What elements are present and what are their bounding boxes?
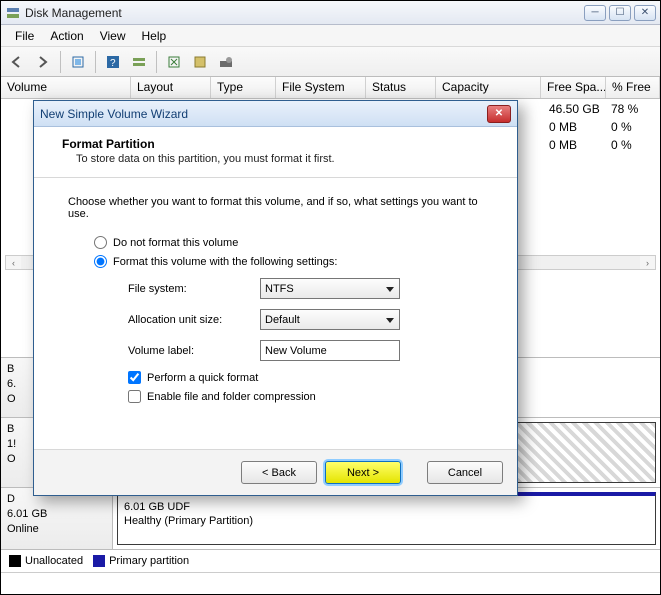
input-volumelabel[interactable]: New Volume: [260, 340, 400, 361]
partition-primary[interactable]: 6.01 GB UDF Healthy (Primary Partition): [117, 492, 656, 545]
wizard-footer: < Back Next > Cancel: [34, 449, 517, 495]
scroll-left-icon: ‹: [6, 256, 21, 269]
label-filesystem: File system:: [128, 283, 254, 295]
col-pctfree[interactable]: % Free: [606, 77, 660, 98]
menu-action[interactable]: Action: [42, 27, 91, 45]
volumes-header: Volume Layout Type File System Status Ca…: [1, 77, 660, 99]
label-volumelabel: Volume label:: [128, 345, 254, 357]
disk-management-icon: [5, 5, 21, 21]
wizard-subheading: To store data on this partition, you mus…: [76, 153, 499, 165]
radio-no-format[interactable]: [94, 236, 107, 249]
label-quickformat: Perform a quick format: [147, 372, 258, 384]
col-type[interactable]: Type: [211, 77, 276, 98]
legend: Unallocated Primary partition: [1, 550, 660, 572]
volume-rows-partial: 46.50 GB78 % 0 MB0 % 0 MB0 %: [549, 102, 656, 156]
legend-primary-swatch: [93, 555, 105, 567]
scroll-right-icon: ›: [640, 256, 655, 269]
label-format: Format this volume with the following se…: [113, 256, 337, 268]
help-icon[interactable]: ?: [101, 50, 125, 74]
wizard-body: Choose whether you want to format this v…: [34, 178, 517, 449]
col-capacity[interactable]: Capacity: [436, 77, 541, 98]
label-no-format: Do not format this volume: [113, 237, 238, 249]
label-compression: Enable file and folder compression: [147, 391, 316, 403]
window-title: Disk Management: [25, 6, 584, 20]
back-button[interactable]: < Back: [241, 461, 317, 484]
checkbox-compression[interactable]: [128, 390, 141, 403]
wizard-dialog: New Simple Volume Wizard ✕ Format Partit…: [33, 100, 518, 496]
wizard-heading: Format Partition: [62, 137, 499, 151]
maximize-button[interactable]: ☐: [609, 5, 631, 21]
select-allocation[interactable]: Default: [260, 309, 400, 330]
back-button[interactable]: [5, 50, 29, 74]
table-row: 0 MB0 %: [549, 138, 656, 156]
select-filesystem[interactable]: NTFS: [260, 278, 400, 299]
menu-view[interactable]: View: [92, 27, 134, 45]
col-layout[interactable]: Layout: [131, 77, 211, 98]
menu-file[interactable]: File: [7, 27, 42, 45]
wizard-intro: Choose whether you want to format this v…: [68, 196, 495, 220]
toolbar: ?: [1, 47, 660, 77]
label-allocation: Allocation unit size:: [128, 314, 254, 326]
disk-d-info: D 6.01 GB Online: [1, 488, 113, 549]
wizard-titlebar[interactable]: New Simple Volume Wizard ✕: [34, 101, 517, 127]
close-button[interactable]: ✕: [634, 5, 656, 21]
wizard-close-button[interactable]: ✕: [487, 105, 511, 123]
legend-unallocated-swatch: [9, 555, 21, 567]
wizard-header: Format Partition To store data on this p…: [34, 127, 517, 178]
refresh-icon[interactable]: [66, 50, 90, 74]
wizard-title: New Simple Volume Wizard: [40, 107, 487, 121]
col-freespace[interactable]: Free Spa...: [541, 77, 606, 98]
rescan-icon[interactable]: [127, 50, 151, 74]
menu-bar: File Action View Help: [1, 25, 660, 47]
properties-icon[interactable]: [188, 50, 212, 74]
minimize-button[interactable]: ─: [584, 5, 606, 21]
col-volume[interactable]: Volume: [1, 77, 131, 98]
radio-format[interactable]: [94, 255, 107, 268]
main-titlebar: Disk Management ─ ☐ ✕: [1, 1, 660, 25]
cancel-button[interactable]: Cancel: [427, 461, 503, 484]
menu-help[interactable]: Help: [134, 27, 175, 45]
table-row: 46.50 GB78 %: [549, 102, 656, 120]
checkbox-quickformat[interactable]: [128, 371, 141, 384]
next-button[interactable]: Next >: [325, 461, 401, 484]
table-row: 0 MB0 %: [549, 120, 656, 138]
svg-text:?: ?: [110, 58, 116, 69]
col-fs[interactable]: File System: [276, 77, 366, 98]
col-status[interactable]: Status: [366, 77, 436, 98]
settings-icon[interactable]: [162, 50, 186, 74]
disk-settings-icon[interactable]: [214, 50, 238, 74]
forward-button[interactable]: [31, 50, 55, 74]
